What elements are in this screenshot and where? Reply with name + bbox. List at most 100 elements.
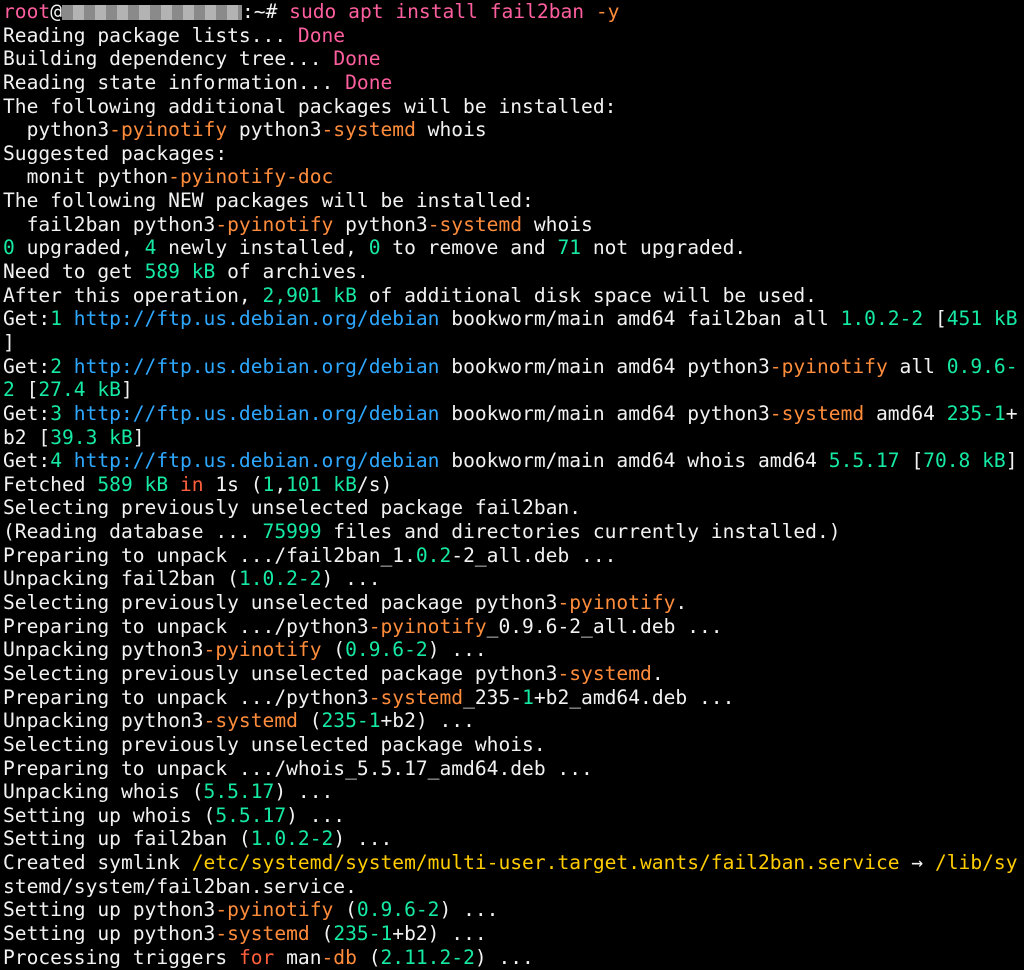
terminal-text-name: -pyinotify-doc — [168, 165, 334, 189]
terminal-text-default: ( — [333, 898, 357, 922]
terminal-text-number: 235-1 — [333, 921, 393, 945]
terminal-text-default: Selecting previously unselected package … — [3, 591, 558, 615]
terminal-text-default: → — [899, 851, 935, 875]
terminal-text-default: Unpacking fail2ban ( — [3, 567, 239, 591]
terminal-line: b2 [39.3 kB] — [3, 426, 1024, 450]
terminal-text-default: -2_all.deb ... — [451, 543, 617, 567]
terminal-text-default: Unpacking whois ( — [3, 780, 204, 804]
terminal-line: ] — [3, 331, 1024, 355]
terminal-line: Preparing to unpack .../fail2ban_1.0.2-2… — [3, 544, 1024, 568]
terminal-text-number: 235-1 — [946, 401, 1006, 425]
terminal-text-default: bookworm/main amd64 python3 — [439, 354, 770, 378]
terminal-text-number: 1.0.2-2 — [250, 827, 334, 851]
terminal-text-number: 589 kB — [144, 260, 216, 284]
terminal-text-number: 2,901 kB — [262, 283, 357, 307]
terminal-text-default: of archives. — [215, 260, 369, 284]
terminal-line: The following NEW packages will be insta… — [3, 189, 1024, 213]
terminal-text-name: -systemd — [215, 921, 310, 945]
terminal-text-default: Reading state information... — [3, 70, 346, 94]
redacted-hostname — [61, 5, 242, 20]
terminal-text-name: -systemd — [321, 118, 416, 142]
terminal-text-number: 27.4 kB — [38, 378, 121, 402]
terminal-text-default: Get: — [3, 449, 51, 473]
terminal-text-default: Reading package lists... — [3, 23, 298, 47]
terminal-text-done: Done — [345, 70, 393, 94]
terminal-text-default: Setting up fail2ban ( — [3, 827, 251, 851]
terminal-text-default: ) ... — [333, 827, 393, 851]
terminal-text-number: 1 — [50, 307, 62, 331]
terminal-text-default: all — [887, 354, 947, 378]
terminal-text-default: Preparing to unpack .../fail2ban_1. — [3, 543, 416, 567]
terminal-text-number: 5.5.17 — [203, 780, 275, 804]
terminal-text-default: newly installed, — [156, 236, 369, 260]
terminal-text-default: ( — [309, 921, 334, 945]
terminal-text-default: python3 — [333, 212, 428, 236]
terminal-text-url: http://ftp.us.debian.org/debian — [73, 307, 440, 331]
terminal-text-default: ] — [120, 378, 133, 402]
terminal-text-number: 4 — [144, 236, 157, 260]
terminal-line: Get:3 http://ftp.us.debian.org/debian bo… — [3, 402, 1024, 426]
terminal-text-number: 0 — [368, 236, 381, 260]
terminal-text-number: 1.0.2-2 — [840, 307, 924, 331]
terminal-line: Processing triggers for man-db (2.11.2-2… — [3, 946, 1024, 970]
terminal-text-name: -pyinotify — [215, 212, 334, 236]
terminal-text-default: Created symlink — [3, 851, 192, 875]
terminal-text-default: Selecting previously unselected package … — [3, 661, 558, 685]
terminal-text-name: -pyinotify — [215, 898, 334, 922]
terminal-line: (Reading database ... 75999 files and di… — [3, 520, 1024, 544]
terminal-text-default: not upgraded. — [581, 236, 747, 260]
terminal-line: Setting up python3-pyinotify (0.9.6-2) .… — [3, 898, 1024, 922]
terminal-text-name: -pyinotify — [557, 591, 676, 615]
terminal-text-number: 589 kB — [97, 472, 169, 496]
terminal-text-name: -systemd — [769, 401, 865, 425]
terminal-text-default: bookworm/main amd64 python3 — [439, 401, 770, 425]
terminal-line: 2 [27.4 kB] — [3, 378, 1024, 402]
terminal-text-default: @ — [50, 0, 62, 23]
terminal-text-default: ) ... — [439, 898, 499, 922]
terminal-line: Get:2 http://ftp.us.debian.org/debian bo… — [3, 355, 1024, 379]
terminal-text-default: man — [274, 945, 322, 969]
terminal-text-number: 1 — [262, 472, 275, 496]
terminal-text-number: 2 — [3, 378, 15, 402]
terminal-text-number: 235-1 — [321, 709, 381, 733]
terminal-text-default: Need to get — [3, 260, 145, 284]
terminal-text-path: /etc/systemd/system/multi-user.target.wa… — [191, 851, 900, 875]
terminal-text-number: 39.3 kB — [50, 425, 133, 449]
terminal-text-number: 75999 — [262, 520, 322, 544]
terminal-text-default: The following NEW packages will be insta… — [3, 189, 534, 213]
terminal-text-number: 0.9.6- — [946, 354, 1018, 378]
terminal-text-default: Selecting previously unselected package … — [3, 732, 546, 756]
terminal-output[interactable]: root@:~# sudo apt install fail2ban -y Rea… — [0, 0, 1024, 970]
terminal-text-default: After this operation, — [3, 283, 263, 307]
terminal-line: Get:4 http://ftp.us.debian.org/debian bo… — [3, 449, 1024, 473]
terminal-text-default — [62, 307, 74, 330]
terminal-text-default: Setting up python3 — [3, 898, 216, 922]
terminal-text-name: -pyinotify — [769, 354, 888, 378]
terminal-text-number: 1.0.2-2 — [238, 567, 322, 591]
terminal-text-default: , — [274, 472, 287, 496]
terminal-text-default: [ — [899, 449, 924, 473]
terminal-line: Unpacking fail2ban (1.0.2-2) ... — [3, 567, 1024, 591]
terminal-text-default: whois — [522, 212, 593, 236]
terminal-text-number: 70.8 kB — [923, 449, 1006, 473]
terminal-line: Preparing to unpack .../whois_5.5.17_amd… — [3, 757, 1024, 781]
terminal-text-number: 451 kB — [946, 307, 1018, 331]
terminal-line: Setting up fail2ban (1.0.2-2) ... — [3, 827, 1024, 851]
terminal-text-default: Preparing to unpack .../whois_5.5.17_amd… — [3, 756, 593, 780]
terminal-text-prompt: root — [3, 0, 51, 23]
terminal-line: Selecting previously unselected package … — [3, 496, 1024, 520]
terminal-text-default: to remove and — [380, 236, 558, 260]
terminal-text-default: ) ... — [474, 945, 534, 969]
terminal-text-name: -y — [595, 0, 620, 23]
terminal-text-default: +b2_amd64.deb ... — [533, 685, 735, 709]
terminal-text-default — [62, 402, 74, 425]
terminal-line: root@:~# sudo apt install fail2ban -y — [3, 0, 1024, 24]
terminal-line: After this operation, 2,901 kB of additi… — [3, 284, 1024, 308]
terminal-text-number: 0.9.6-2 — [356, 898, 440, 922]
terminal-text-default: bookworm/main amd64 whois amd64 — [439, 449, 829, 473]
terminal-text-url: http://ftp.us.debian.org/debian — [73, 401, 440, 425]
terminal-text-default: ( — [356, 945, 381, 969]
terminal-text-default: of additional disk space will be used. — [356, 283, 817, 307]
terminal-text-default: [ — [14, 378, 39, 402]
terminal-text-default: Suggested packages: — [3, 141, 228, 165]
